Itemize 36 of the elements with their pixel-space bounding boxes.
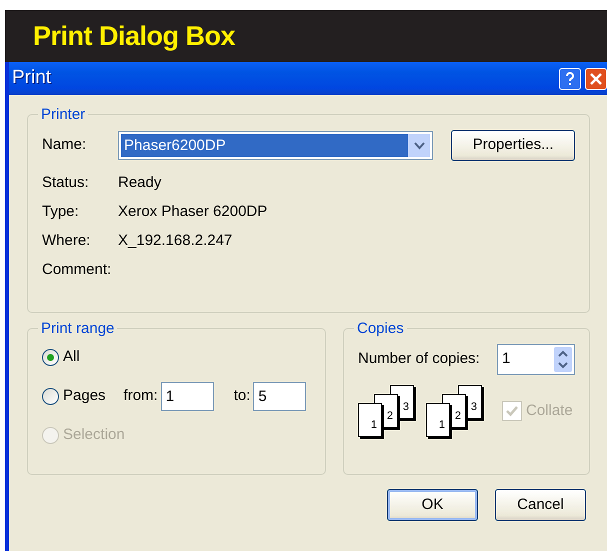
to-page-field[interactable]: 5	[253, 382, 306, 411]
printer-dropdown[interactable]: Phaser6200DP	[118, 131, 434, 160]
up-down-arrows-icon	[554, 347, 572, 372]
copies-spinner[interactable]: 1	[497, 344, 575, 375]
from-page-field[interactable]: 1	[160, 382, 214, 411]
field-label: from:	[124, 386, 158, 406]
field-label: to:	[234, 386, 250, 406]
help-button[interactable]	[559, 68, 581, 90]
radio-option[interactable]: Pages	[42, 385, 106, 408]
group-label: Print range	[40, 321, 116, 336]
group-label: Copies	[356, 321, 405, 336]
dialog-button[interactable]: Cancel	[495, 489, 586, 521]
dialog-button[interactable]: OK	[387, 489, 478, 521]
field-label: Number of copies:	[358, 349, 480, 370]
properties-button[interactable]: Properties...	[451, 130, 575, 161]
close-icon	[590, 72, 602, 84]
window-title: Print	[12, 66, 52, 90]
radio-option[interactable]: All	[42, 346, 80, 369]
info-value: Xerox Phaser 6200DP	[118, 202, 268, 222]
chevron-down-icon	[414, 142, 425, 150]
info-value: Ready	[118, 173, 162, 194]
spinner-value: 1	[502, 349, 512, 370]
info-value: X_192.168.2.247	[118, 231, 232, 252]
close-button[interactable]	[585, 68, 607, 90]
field-label: Name:	[42, 135, 88, 156]
info-label: Where:	[42, 231, 92, 252]
group-label: Printer	[40, 107, 86, 122]
page-stack-drawing: 3 2 1	[358, 385, 416, 437]
checkmark-icon	[506, 405, 518, 417]
info-label: Type:	[42, 202, 80, 222]
info-label: Comment:	[42, 260, 112, 280]
info-label: Status:	[42, 173, 90, 194]
page-stack-drawing: 3 2 1	[426, 385, 484, 437]
banner-title: Print Dialog Box	[33, 20, 236, 53]
selected-printer: Phaser6200DP	[121, 134, 408, 157]
question-mark-icon	[565, 72, 575, 86]
